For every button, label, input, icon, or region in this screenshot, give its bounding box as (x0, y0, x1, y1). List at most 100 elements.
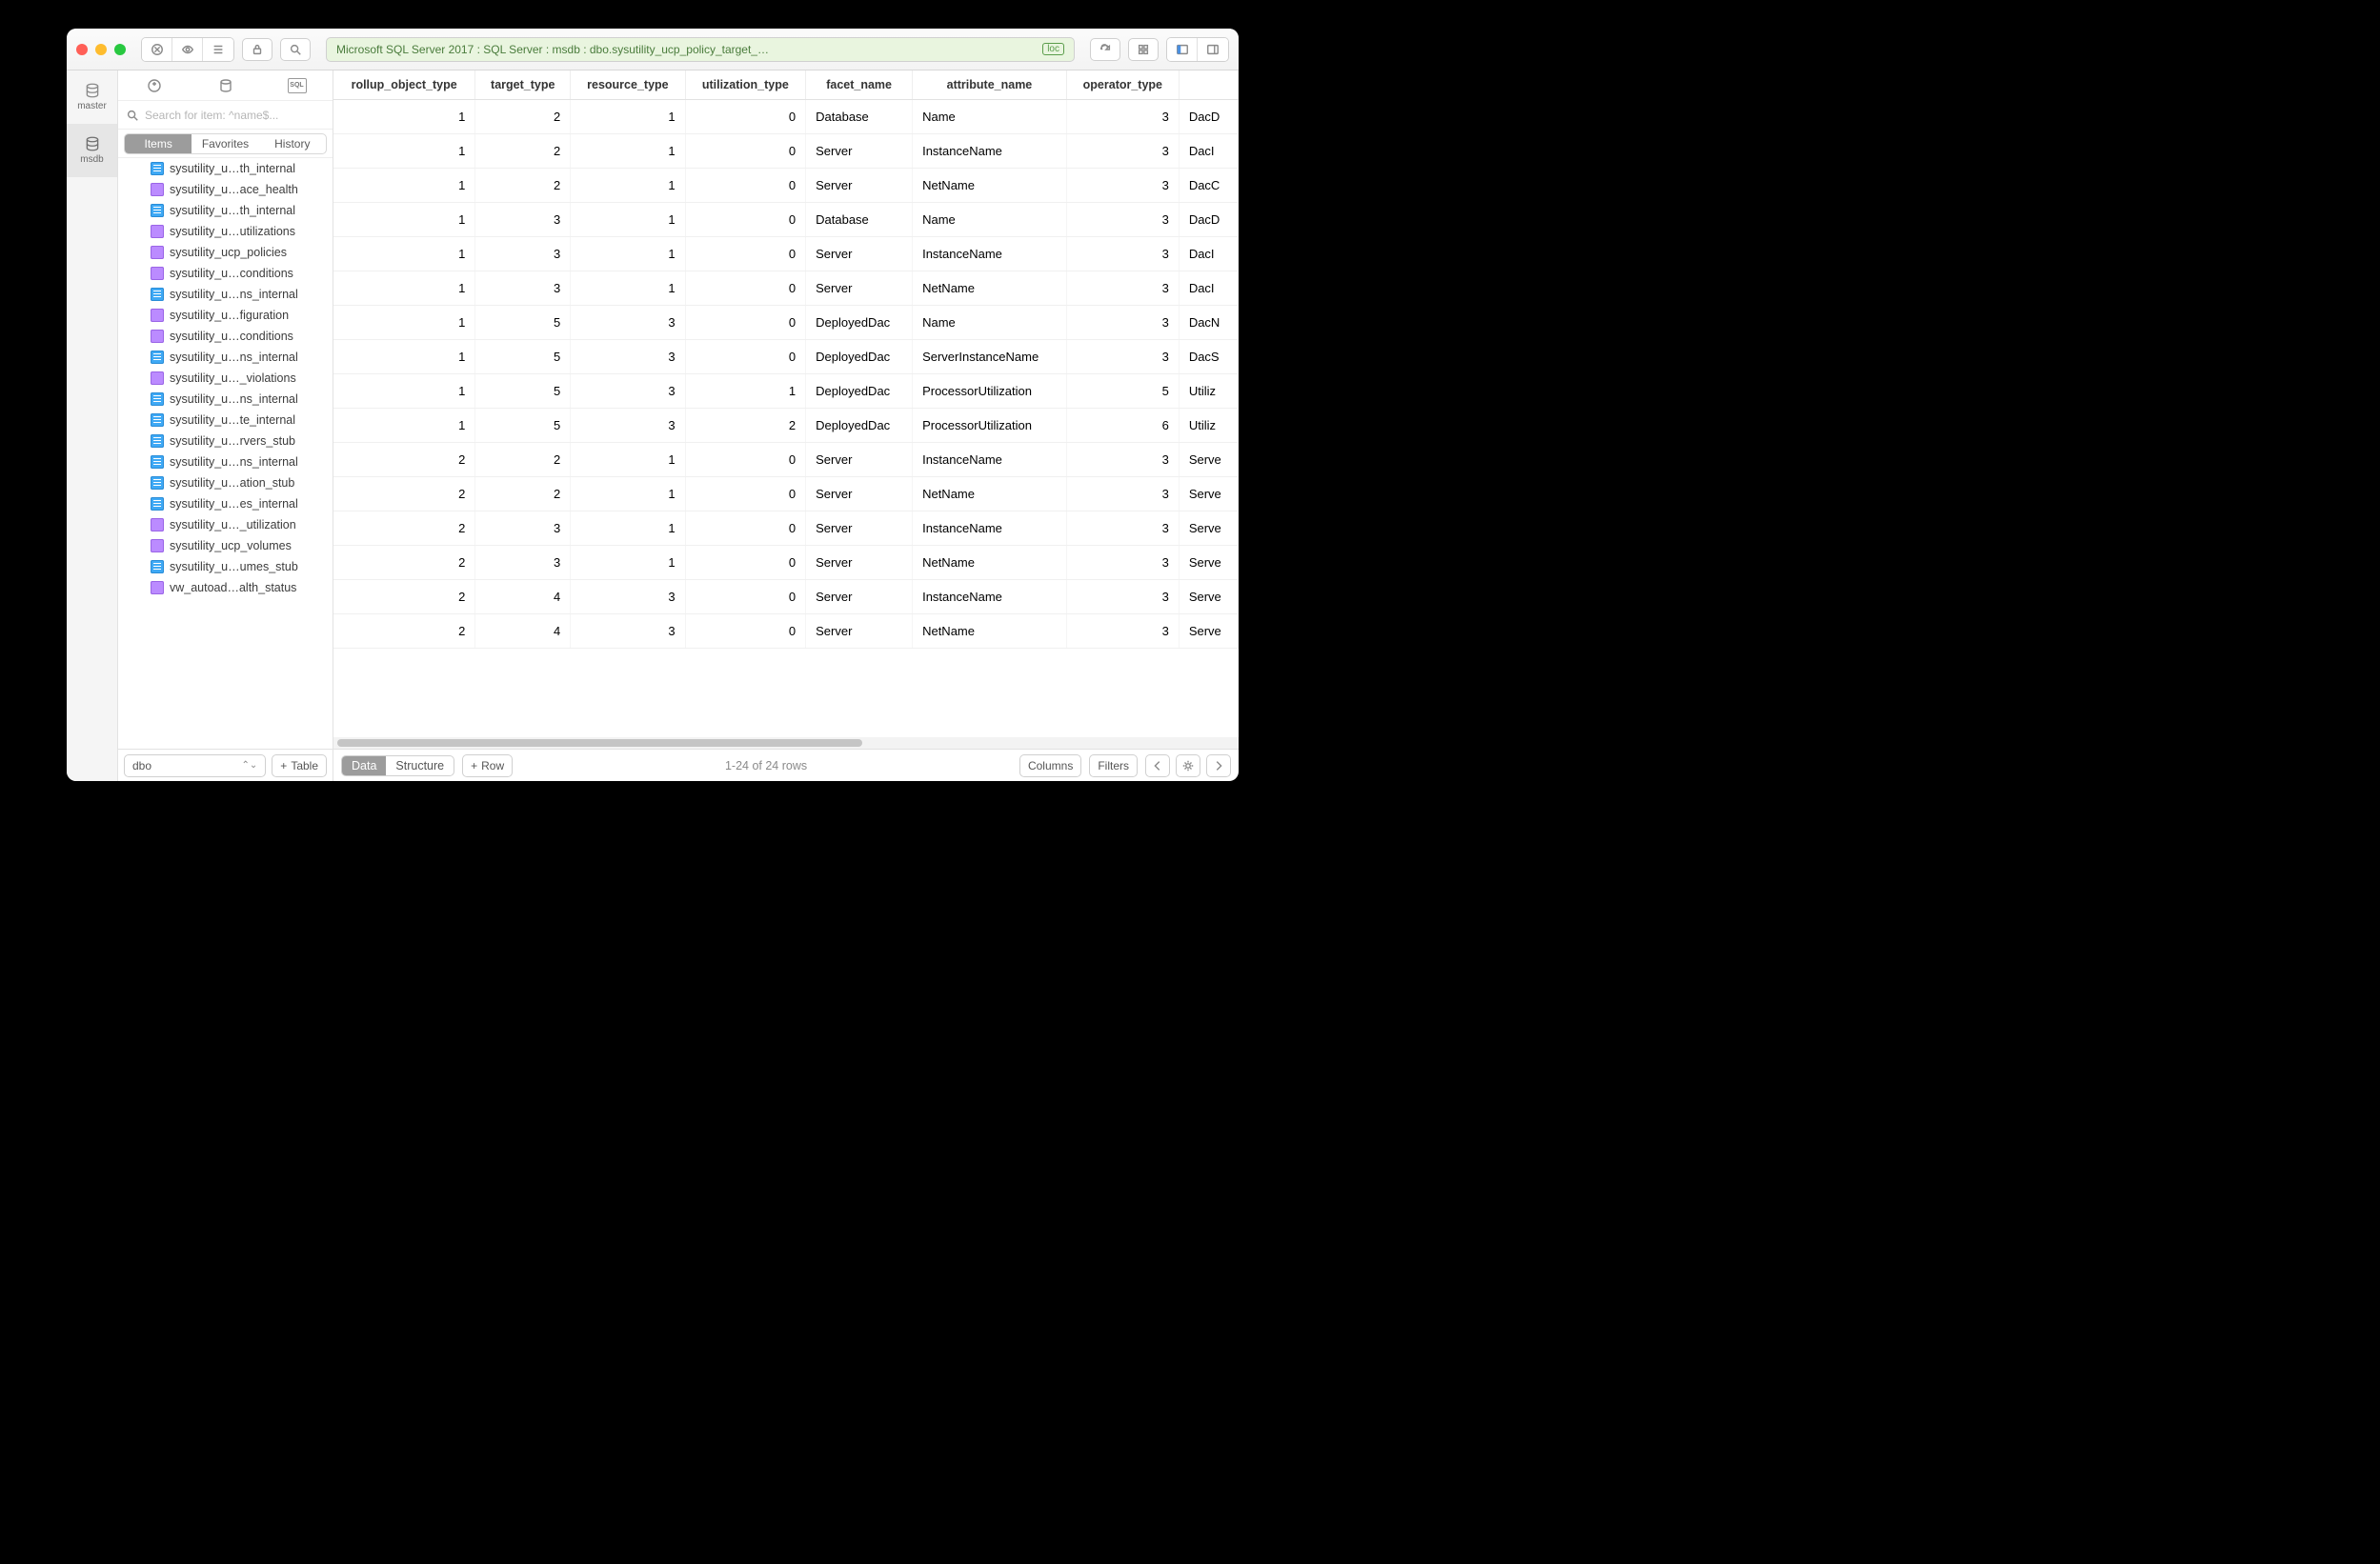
table-row[interactable]: 2210ServerInstanceName3Serve (333, 443, 1239, 477)
column-header[interactable]: utilization_type (685, 70, 806, 100)
cell[interactable]: 3 (1066, 100, 1179, 134)
cell[interactable]: InstanceName (913, 134, 1067, 169)
cell[interactable]: DacN (1179, 306, 1238, 340)
prev-page-button[interactable] (1145, 754, 1170, 777)
cell[interactable]: 0 (685, 614, 806, 649)
db-rail-item-msdb[interactable]: msdb (67, 124, 117, 177)
minimize-window-button[interactable] (95, 44, 107, 55)
db-rail-item-master[interactable]: master (67, 70, 117, 124)
cell[interactable]: 2 (475, 443, 571, 477)
cell[interactable]: 0 (685, 580, 806, 614)
data-grid-scroll[interactable]: rollup_object_typetarget_typeresource_ty… (333, 70, 1239, 737)
table-row[interactable]: 1532DeployedDacProcessorUtilization6Util… (333, 409, 1239, 443)
cell[interactable]: 3 (1066, 340, 1179, 374)
cell[interactable]: 3 (571, 340, 685, 374)
cell[interactable]: 3 (571, 614, 685, 649)
cell[interactable]: 3 (1066, 511, 1179, 546)
cell[interactable]: 0 (685, 169, 806, 203)
object-list[interactable]: sysutility_u…th_internalsysutility_u…ace… (118, 158, 333, 749)
cell[interactable]: DacD (1179, 203, 1238, 237)
table-row[interactable]: 2430ServerNetName3Serve (333, 614, 1239, 649)
cell[interactable]: 4 (475, 580, 571, 614)
column-header[interactable] (1179, 70, 1238, 100)
sql-icon[interactable]: SQL (286, 74, 309, 97)
cell[interactable]: 3 (1066, 477, 1179, 511)
zoom-window-button[interactable] (114, 44, 126, 55)
cell[interactable]: 0 (685, 134, 806, 169)
cell[interactable]: 2 (475, 100, 571, 134)
cell[interactable]: Server (806, 271, 913, 306)
cell[interactable]: InstanceName (913, 443, 1067, 477)
cell[interactable]: DeployedDac (806, 340, 913, 374)
cell[interactable]: DacI (1179, 134, 1238, 169)
cell[interactable]: 2 (333, 546, 475, 580)
cell[interactable]: 3 (1066, 614, 1179, 649)
list-item[interactable]: sysutility_u…ation_stub (118, 472, 333, 493)
table-row[interactable]: 1530DeployedDacServerInstanceName3DacS (333, 340, 1239, 374)
cell[interactable]: 2 (333, 477, 475, 511)
cell[interactable]: DacC (1179, 169, 1238, 203)
table-row[interactable]: 2310ServerNetName3Serve (333, 546, 1239, 580)
breadcrumb[interactable]: Microsoft SQL Server 2017 : SQL Server :… (326, 37, 1075, 62)
cell[interactable]: 3 (1066, 580, 1179, 614)
cell[interactable]: Server (806, 580, 913, 614)
cell[interactable]: InstanceName (913, 511, 1067, 546)
cell[interactable]: Database (806, 203, 913, 237)
column-header[interactable]: facet_name (806, 70, 913, 100)
table-row[interactable]: 1530DeployedDacName3DacN (333, 306, 1239, 340)
list-item[interactable]: sysutility_u…th_internal (118, 158, 333, 179)
cell[interactable]: NetName (913, 271, 1067, 306)
table-row[interactable]: 1210ServerNetName3DacC (333, 169, 1239, 203)
cell[interactable]: DacS (1179, 340, 1238, 374)
cell[interactable]: 0 (685, 546, 806, 580)
seg-history[interactable]: History (259, 134, 326, 153)
cell[interactable]: 1 (571, 100, 685, 134)
cell[interactable]: Server (806, 546, 913, 580)
list-item[interactable]: sysutility_u…es_internal (118, 493, 333, 514)
table-row[interactable]: 1310ServerInstanceName3DacI (333, 237, 1239, 271)
right-panel-toggle[interactable] (1198, 38, 1228, 61)
table-row[interactable]: 1310DatabaseName3DacD (333, 203, 1239, 237)
next-page-button[interactable] (1206, 754, 1231, 777)
cell[interactable]: 3 (475, 511, 571, 546)
cell[interactable]: NetName (913, 614, 1067, 649)
grid-view-button[interactable] (1128, 38, 1159, 61)
cell[interactable]: 1 (571, 271, 685, 306)
cell[interactable]: Serve (1179, 511, 1238, 546)
cell[interactable]: 0 (685, 477, 806, 511)
cell[interactable]: 2 (333, 580, 475, 614)
add-table-button[interactable]: + Table (272, 754, 327, 777)
cell[interactable]: 1 (571, 237, 685, 271)
cell[interactable]: ProcessorUtilization (913, 374, 1067, 409)
column-header[interactable]: rollup_object_type (333, 70, 475, 100)
close-window-button[interactable] (76, 44, 88, 55)
cell[interactable]: 5 (475, 340, 571, 374)
preview-button[interactable] (172, 38, 203, 61)
list-item[interactable]: sysutility_u…utilizations (118, 221, 333, 242)
cell[interactable]: Serve (1179, 614, 1238, 649)
cell[interactable]: Server (806, 443, 913, 477)
stop-button[interactable] (142, 38, 172, 61)
table-row[interactable]: 1210ServerInstanceName3DacI (333, 134, 1239, 169)
seg-items[interactable]: Items (125, 134, 192, 153)
cell[interactable]: 1 (571, 443, 685, 477)
list-item[interactable]: sysutility_u…ns_internal (118, 284, 333, 305)
cell[interactable]: 3 (1066, 443, 1179, 477)
cell[interactable]: 5 (1066, 374, 1179, 409)
cell[interactable]: Name (913, 203, 1067, 237)
cell[interactable]: Server (806, 477, 913, 511)
add-row-button[interactable]: + Row (462, 754, 513, 777)
cell[interactable]: 2 (475, 477, 571, 511)
cell[interactable]: 3 (1066, 271, 1179, 306)
cell[interactable]: DeployedDac (806, 306, 913, 340)
cell[interactable]: 3 (1066, 169, 1179, 203)
cell[interactable]: Database (806, 100, 913, 134)
cell[interactable]: 1 (333, 374, 475, 409)
list-item[interactable]: sysutility_u…rvers_stub (118, 431, 333, 451)
column-header[interactable]: target_type (475, 70, 571, 100)
cell[interactable]: 5 (475, 306, 571, 340)
cell[interactable]: 3 (475, 271, 571, 306)
cell[interactable]: DeployedDac (806, 409, 913, 443)
cell[interactable]: 1 (333, 134, 475, 169)
cell[interactable]: 2 (475, 134, 571, 169)
